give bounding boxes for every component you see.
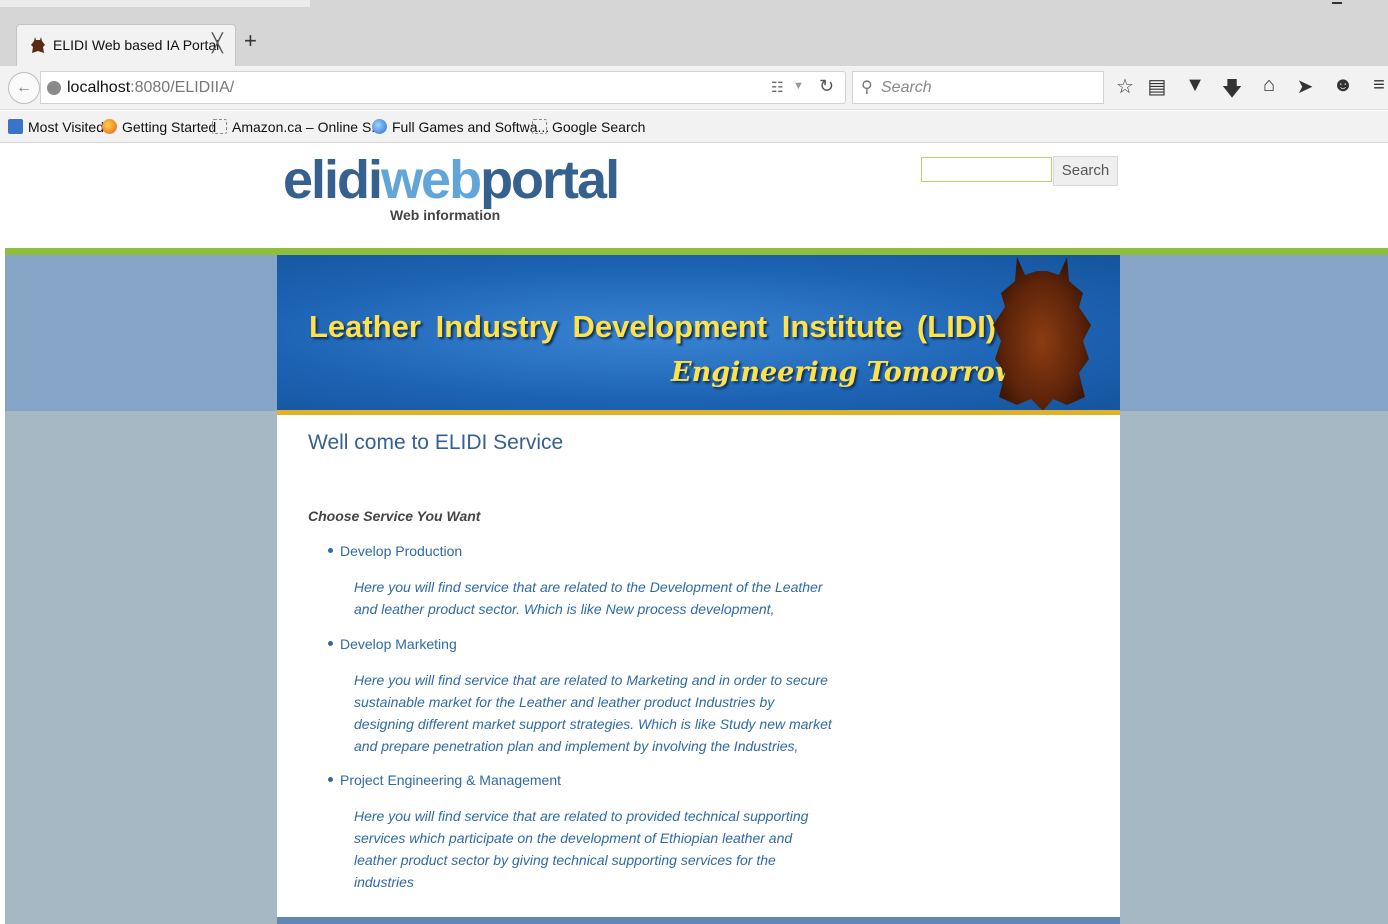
page-icon xyxy=(532,119,547,134)
site-tagline: Web information xyxy=(390,207,501,223)
most-visited-icon xyxy=(8,119,23,134)
pocket-icon[interactable]: ▼ xyxy=(1184,74,1206,97)
download-icon[interactable]: 🡇 xyxy=(1221,74,1243,108)
browser-tab[interactable]: ELIDI Web based IA Portal ╳ xyxy=(16,24,236,66)
bookmark-google-search[interactable]: Google Search xyxy=(532,119,645,135)
site-search-button[interactable]: Search xyxy=(1053,156,1118,186)
browser-search-box[interactable]: ⚲ Search xyxy=(852,71,1104,104)
globe-icon xyxy=(372,119,387,134)
service-name: Develop Production xyxy=(340,543,463,559)
service-link-develop-production[interactable]: Develop Production xyxy=(328,543,462,559)
reading-list-icon[interactable]: ▤ xyxy=(1146,74,1168,99)
bookmark-label: Full Games and Softwa... xyxy=(392,119,550,135)
service-link-develop-marketing[interactable]: Develop Marketing xyxy=(328,636,457,652)
reload-icon[interactable]: ↻ xyxy=(819,76,834,97)
new-tab-button[interactable]: + xyxy=(244,28,257,54)
reader-view-icon[interactable]: ☷ xyxy=(771,79,784,96)
bullet-icon xyxy=(328,777,333,782)
title-bar-strip xyxy=(0,0,310,7)
services-heading: Choose Service You Want xyxy=(308,508,481,524)
url-host: localhost xyxy=(67,79,131,96)
bookmark-label: Getting Started xyxy=(122,119,217,135)
search-icon: ⚲ xyxy=(861,79,873,96)
bookmark-label: Amazon.ca – Online S... xyxy=(232,119,383,135)
leather-hide-icon xyxy=(31,37,45,53)
home-icon[interactable]: ⌂ xyxy=(1258,74,1280,97)
logo-part-web: web xyxy=(381,150,482,210)
browser-search-placeholder: Search xyxy=(881,79,932,96)
logo-part-portal: portal xyxy=(480,150,620,210)
smiley-icon[interactable]: ☻ xyxy=(1332,74,1354,97)
banner-motto: Engineering Tomorrow xyxy=(671,357,1019,388)
url-bar[interactable]: localhost:8080/ELIDIIA/ ☷ ▼ ↻ xyxy=(40,71,846,104)
web-page: elidiwebportal Web information Search Le… xyxy=(5,144,1388,924)
service-description: Here you will find service that are rela… xyxy=(354,672,832,754)
bookmark-getting-started[interactable]: Getting Started xyxy=(102,119,216,135)
site-logo[interactable]: elidiwebportal xyxy=(283,148,620,212)
site-search-input[interactable] xyxy=(921,157,1052,182)
bookmarks-toolbar: Most Visited Getting Started Amazon.ca –… xyxy=(0,111,1388,143)
page-title: Well come to ELIDI Service xyxy=(308,431,564,454)
service-name: Project Engineering & Management xyxy=(340,772,562,788)
navigation-toolbar: ← localhost:8080/ELIDIIA/ ☷ ▼ ↻ ⚲ Search… xyxy=(0,66,1388,110)
url-path: :8080/ELIDIIA/ xyxy=(130,79,235,96)
banner-title: Leather Industry Development Institute (… xyxy=(309,309,997,344)
service-description: Here you will find service that are rela… xyxy=(354,808,809,890)
back-button[interactable]: ← xyxy=(8,72,40,104)
star-icon[interactable]: ☆ xyxy=(1114,74,1136,99)
minimize-icon[interactable] xyxy=(1332,2,1342,4)
main-content: Well come to ELIDI Service Choose Servic… xyxy=(277,415,1120,924)
bookmark-label: Google Search xyxy=(552,119,646,135)
chevron-down-icon[interactable]: ▼ xyxy=(793,80,804,92)
close-tab-icon[interactable]: ╳ xyxy=(212,33,223,54)
lidi-banner: Leather Industry Development Institute (… xyxy=(277,255,1120,412)
browser-tab-strip: ELIDI Web based IA Portal ╳ + xyxy=(0,0,1388,66)
send-icon[interactable]: ➤ xyxy=(1294,74,1316,99)
tab-title: ELIDI Web based IA Portal xyxy=(53,37,220,53)
service-description: Here you will find service that are rela… xyxy=(354,579,823,617)
bookmark-label: Most Visited xyxy=(28,119,104,135)
bullet-icon xyxy=(328,548,333,553)
header-divider xyxy=(5,248,1388,255)
bookmark-full-games[interactable]: Full Games and Softwa... xyxy=(372,119,549,135)
menu-icon[interactable]: ≡ xyxy=(1368,74,1388,97)
service-link-project-engineering[interactable]: Project Engineering & Management xyxy=(328,772,561,788)
firefox-icon xyxy=(102,119,117,134)
site-info-icon[interactable] xyxy=(47,81,61,95)
content-footer-bar xyxy=(277,917,1120,924)
service-name: Develop Marketing xyxy=(340,636,457,652)
bullet-icon xyxy=(328,641,333,646)
page-icon xyxy=(212,119,227,134)
bookmark-amazon[interactable]: Amazon.ca – Online S... xyxy=(212,119,383,135)
bookmark-most-visited[interactable]: Most Visited xyxy=(8,119,104,135)
url-text[interactable]: localhost:8080/ELIDIIA/ xyxy=(67,79,234,97)
leather-hide-image xyxy=(993,257,1091,411)
site-header: elidiwebportal Web information Search xyxy=(5,144,1388,248)
logo-part-elidi: elidi xyxy=(283,150,383,210)
